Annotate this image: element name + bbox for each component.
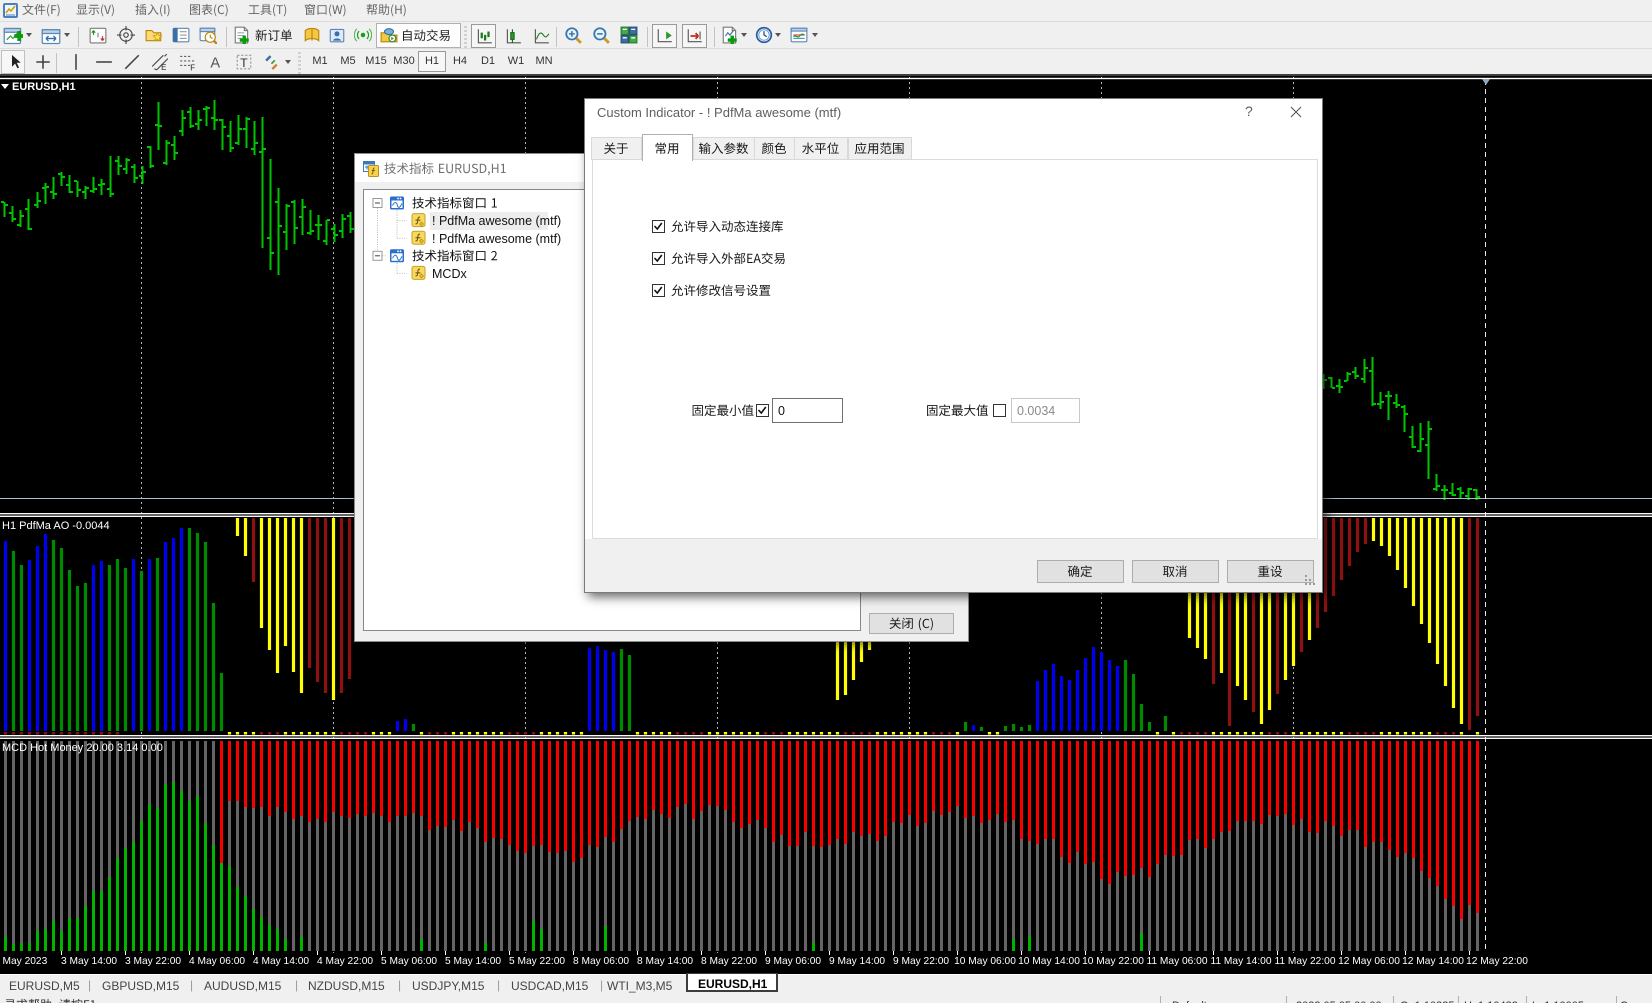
svg-text:F: F [190, 63, 195, 71]
svg-text:! PdfMa awesome (mtf): ! PdfMa awesome (mtf) [432, 214, 561, 228]
svg-text:H1 PdfMa AO -0.0044: H1 PdfMa AO -0.0044 [2, 520, 110, 532]
svg-text:MCDx: MCDx [432, 267, 467, 281]
svg-text:A: A [210, 56, 220, 71]
svg-text:0.0034: 0.0034 [1017, 404, 1055, 418]
svg-text:T: T [240, 56, 248, 70]
svg-text:0: 0 [778, 404, 785, 418]
svg-text:MCD Hot Money 20.00 3.14 0.00: MCD Hot Money 20.00 3.14 0.00 [2, 742, 163, 754]
svg-text:E: E [161, 63, 166, 71]
svg-text:! PdfMa awesome (mtf): ! PdfMa awesome (mtf) [432, 232, 561, 246]
svg-text:EURUSD,H1: EURUSD,H1 [12, 81, 76, 93]
